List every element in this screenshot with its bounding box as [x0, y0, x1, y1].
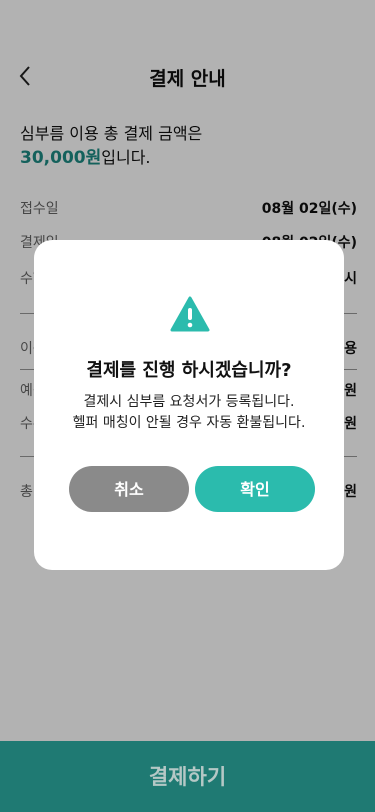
dialog-message: 결제시 심부름 요청서가 등록됩니다. 헬퍼 매칭이 안될 경우 자동 환불됩니…	[34, 392, 344, 434]
dialog-title: 결제를 진행 하시겠습니까?	[86, 360, 292, 381]
confirm-dialog: 결제를 진행 하시겠습니까? 결제시 심부름 요청서가 등록됩니다. 헬퍼 매칭…	[34, 240, 344, 570]
warning-icon	[170, 296, 210, 332]
dialog-message-line: 헬퍼 매칭이 안될 경우 자동 환불됩니다.	[72, 415, 306, 431]
cancel-button[interactable]: 취소	[69, 466, 189, 512]
confirm-button[interactable]: 확인	[195, 466, 315, 512]
pay-button[interactable]: 결제하기	[0, 741, 375, 812]
dialog-message-line: 결제시 심부름 요청서가 등록됩니다.	[83, 394, 295, 410]
